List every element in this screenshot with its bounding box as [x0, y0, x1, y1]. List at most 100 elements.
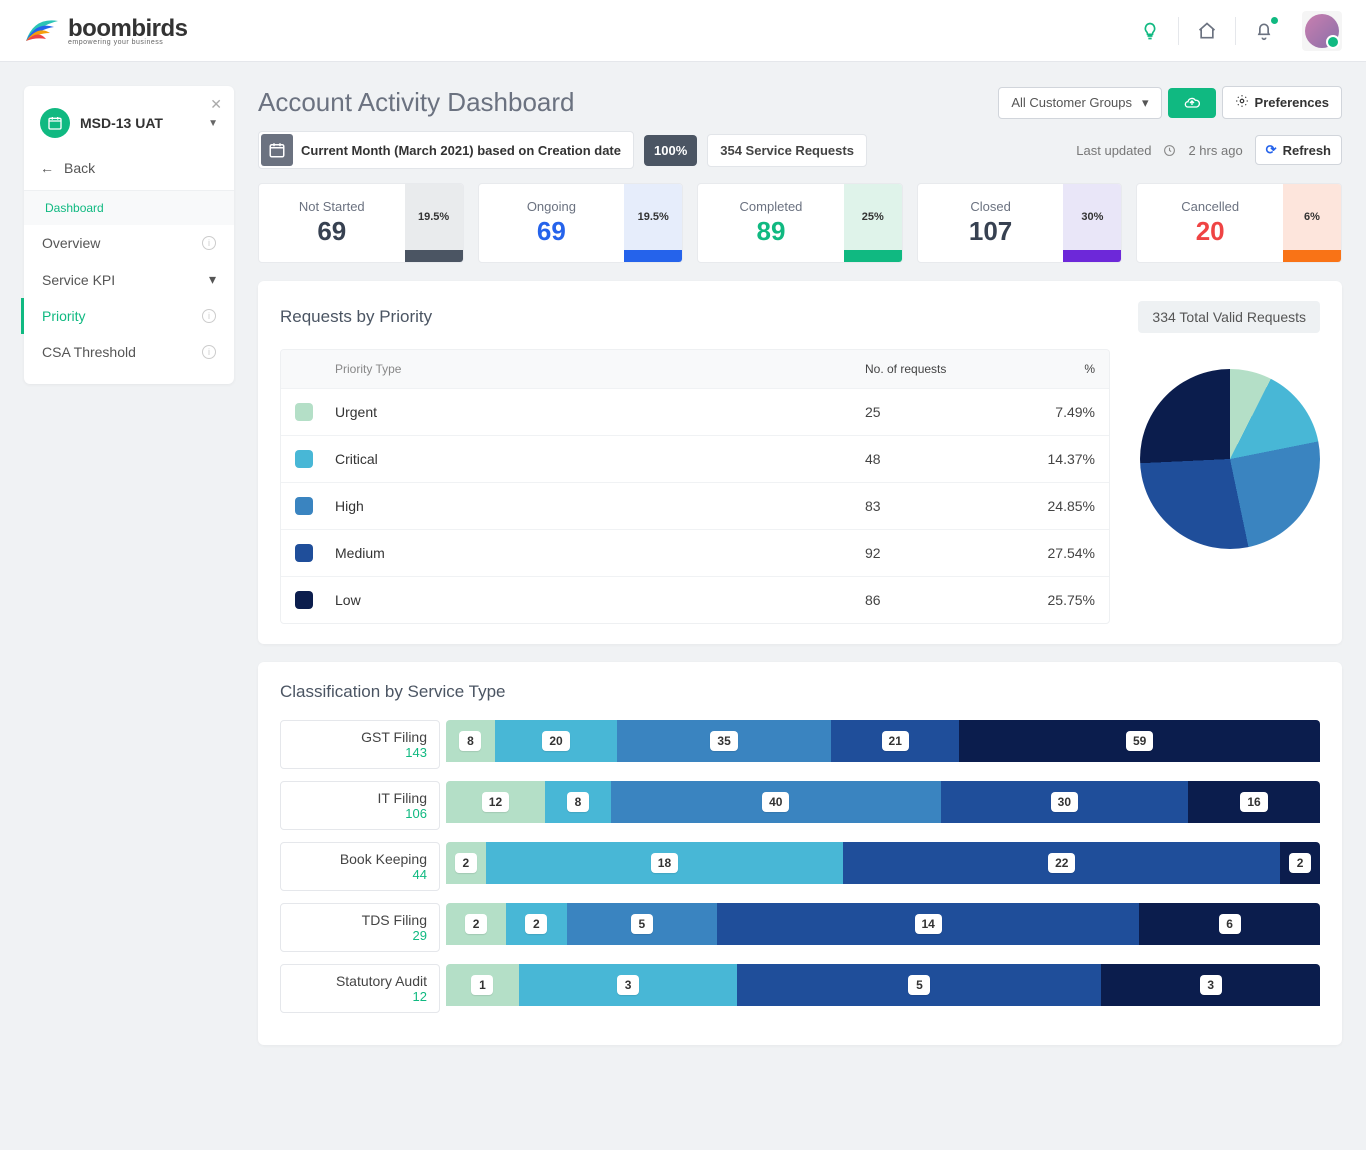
page-header: Account Activity Dashboard All Customer …: [258, 86, 1342, 119]
priority-pct: 14.37%: [995, 451, 1095, 467]
service-row: Statutory Audit121353: [280, 964, 1320, 1013]
service-row: TDS Filing29225146: [280, 903, 1320, 952]
filter-bar: Current Month (March 2021) based on Crea…: [258, 131, 1342, 169]
priority-pct: 25.75%: [995, 592, 1095, 608]
bar-segment: 40: [611, 781, 941, 823]
refresh-icon: ⟳: [1266, 142, 1277, 158]
priority-total-badge: 334 Total Valid Requests: [1138, 301, 1320, 333]
nav-label: Overview: [42, 235, 100, 251]
total-requests-chip: 354 Service Requests: [707, 134, 867, 167]
bar-segment: 21: [831, 720, 959, 762]
nav-label: CSA Threshold: [42, 344, 136, 360]
status-card-ongoing[interactable]: Ongoing6919.5%: [478, 183, 684, 263]
export-button[interactable]: [1168, 88, 1216, 118]
bar-segment: 3: [519, 964, 738, 1006]
status-bar: [405, 250, 463, 262]
service-name: IT Filing: [293, 790, 427, 806]
nav-label: Service KPI: [42, 272, 115, 288]
user-avatar[interactable]: [1302, 11, 1342, 51]
clock-icon: [1163, 144, 1176, 157]
service-row: IT Filing106 12 8 4030 16: [280, 781, 1320, 830]
main-content: Account Activity Dashboard All Customer …: [258, 86, 1342, 1063]
back-button[interactable]: ← Back: [24, 152, 234, 190]
bar-segment: 12: [446, 781, 545, 823]
segment-value: 2: [525, 914, 547, 934]
status-bar: [844, 250, 902, 262]
service-total: 143: [293, 745, 427, 760]
service-label: Statutory Audit12: [280, 964, 440, 1013]
segment-value: 8: [567, 792, 589, 812]
status-value: 89: [757, 216, 786, 247]
customer-group-select[interactable]: All Customer Groups ▾: [998, 87, 1161, 119]
status-label: Completed: [740, 199, 803, 214]
divider: [1235, 17, 1236, 45]
segment-value: 12: [482, 792, 509, 812]
service-label: IT Filing106: [280, 781, 440, 830]
status-card-cancelled[interactable]: Cancelled206%: [1136, 183, 1342, 263]
status-pct: 30%: [1063, 184, 1121, 250]
notification-dot: [1271, 17, 1278, 24]
status-label: Ongoing: [527, 199, 576, 214]
status-pct: 25%: [844, 184, 902, 250]
header-actions: All Customer Groups ▾ Preferences: [998, 86, 1342, 119]
priority-label: Critical: [335, 451, 865, 467]
priority-pct: 27.54%: [995, 545, 1095, 561]
nav-heading: Dashboard: [24, 191, 234, 225]
status-value: 69: [317, 216, 346, 247]
segment-value: 3: [1200, 975, 1222, 995]
sidebar-item-priority[interactable]: Priorityi: [21, 298, 234, 334]
bar-segment: 14: [717, 903, 1139, 945]
home-icon[interactable]: [1197, 21, 1217, 41]
status-cards: Not Started6919.5%Ongoing6919.5%Complete…: [258, 183, 1342, 263]
table-row: Medium9227.54%: [281, 530, 1109, 577]
sidebar-item-overview[interactable]: Overview i: [24, 225, 234, 261]
priority-swatch: [295, 591, 313, 609]
arrow-left-icon: ←: [40, 160, 54, 176]
segment-value: 5: [631, 914, 653, 934]
bar-segment: 5: [567, 903, 718, 945]
info-icon: i: [202, 236, 216, 250]
close-icon[interactable]: ✕: [210, 96, 222, 113]
table-header: Priority Type No. of requests %: [281, 350, 1109, 389]
preferences-label: Preferences: [1255, 95, 1329, 110]
table-row: Low8625.75%: [281, 577, 1109, 623]
brand-name: boombirds: [68, 15, 188, 42]
bar-segment: 2: [446, 842, 486, 884]
account-selector[interactable]: MSD-13 UAT ▼: [24, 100, 234, 152]
percent-chip: 100%: [644, 135, 697, 166]
sidebar-item-service-kpi[interactable]: Service KPI▾: [24, 261, 234, 298]
priority-card: Requests by Priority 334 Total Valid Req…: [258, 281, 1342, 644]
topbar: boombirds empowering your business: [0, 0, 1366, 62]
segment-value: 16: [1240, 792, 1267, 812]
service-label: Book Keeping44: [280, 842, 440, 891]
priority-swatch: [295, 497, 313, 515]
preferences-button[interactable]: Preferences: [1222, 86, 1342, 119]
priority-swatch: [295, 450, 313, 468]
sidebar-nav: Dashboard Overview i Service KPI▾Priorityi…: [24, 190, 234, 370]
status-card-closed[interactable]: Closed10730%: [917, 183, 1123, 263]
status-card-completed[interactable]: Completed 89 25%: [697, 183, 903, 263]
bar-segment: 18: [486, 842, 844, 884]
refresh-button[interactable]: ⟳ Refresh: [1255, 135, 1342, 165]
hint-icon[interactable]: [1140, 21, 1160, 41]
segment-value: 20: [542, 731, 569, 751]
col-requests: No. of requests: [865, 362, 995, 376]
topbar-actions: [1140, 11, 1342, 51]
status-card-not-started[interactable]: Not Started6919.5%: [258, 183, 464, 263]
service-total: 44: [293, 867, 427, 882]
priority-pie-chart: [1140, 369, 1320, 549]
bar-segment: 30: [941, 781, 1188, 823]
nav-heading-label: Dashboard: [45, 201, 104, 215]
sidebar-item-csa-threshold[interactable]: CSA Thresholdi: [24, 334, 234, 370]
bell-icon[interactable]: [1254, 21, 1274, 41]
account-name: MSD-13 UAT: [80, 115, 198, 131]
date-range-chip[interactable]: Current Month (March 2021) based on Crea…: [258, 131, 634, 169]
chevron-down-icon: ▾: [1142, 95, 1149, 111]
status-value: 69: [537, 216, 566, 247]
priority-swatch: [295, 544, 313, 562]
col-type: Priority Type: [335, 362, 865, 376]
priority-pct: 24.85%: [995, 498, 1095, 514]
segment-value: 14: [915, 914, 942, 934]
priority-pct: 7.49%: [995, 404, 1095, 420]
logo-mark: [24, 13, 60, 49]
